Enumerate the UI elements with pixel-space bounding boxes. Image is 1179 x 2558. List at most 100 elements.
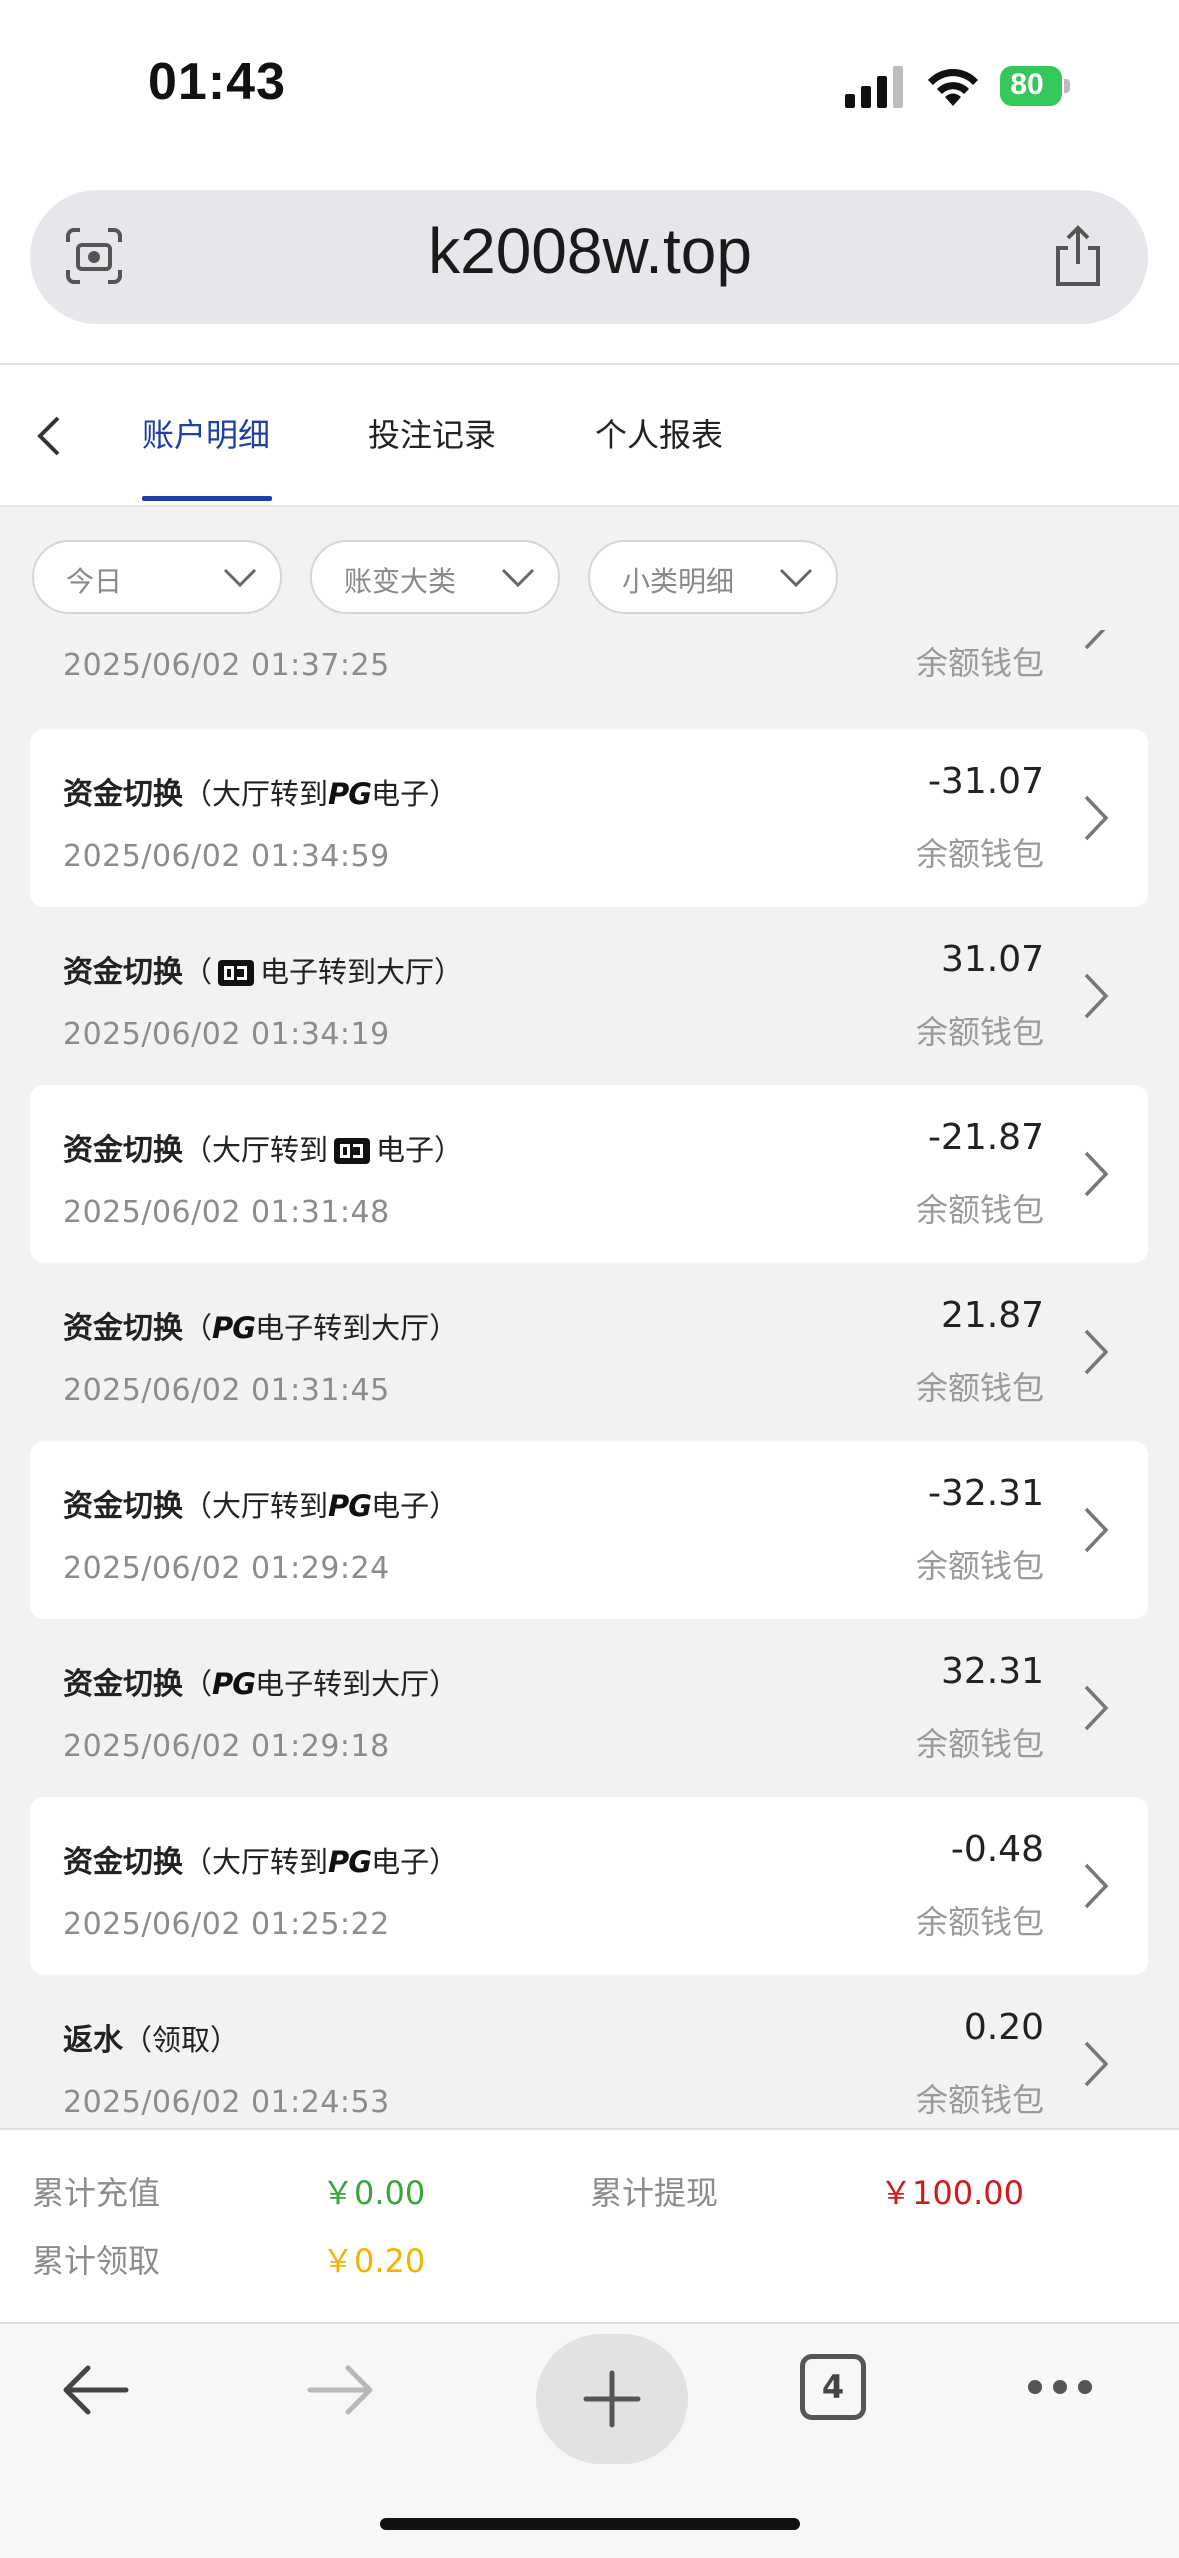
item-wallet: 余额钱包 [915, 644, 1044, 682]
item-wallet: 余额钱包 [915, 1547, 1044, 1585]
filter-date-dropdown[interactable]: 今日 [32, 540, 282, 614]
item-date: 2025/06/02 01:37:25 [63, 648, 390, 683]
item-amount: -31.07 [927, 761, 1044, 802]
chevron-right-icon [1084, 2041, 1109, 2087]
chevron-down-icon [501, 568, 535, 588]
game-provider-logo [218, 960, 255, 986]
list-item[interactable]: 返水（领取） 2025/06/02 01:24:53 0.20 余额钱包 [30, 1975, 1148, 2128]
visual-search-icon[interactable] [64, 226, 124, 286]
item-detail: （大厅转到PG电子） [183, 777, 459, 811]
filter-category-label: 账变大类 [344, 565, 457, 598]
url-text[interactable]: k2008w.top [230, 214, 950, 288]
item-type: 资金切换 [63, 1133, 183, 1168]
item-date: 2025/06/02 01:25:22 [63, 1907, 390, 1942]
total-deposit-value: ￥0.00 [322, 2174, 426, 2212]
item-wallet: 余额钱包 [915, 835, 1044, 873]
wifi-icon [928, 69, 978, 106]
share-icon[interactable] [1050, 224, 1106, 288]
back-chevron-icon[interactable] [30, 408, 70, 464]
chevron-right-icon [1084, 630, 1106, 650]
item-type: 资金切换 [63, 1489, 183, 1524]
summary-panel [0, 2128, 1179, 2324]
pg-logo: PG [328, 1845, 372, 1879]
item-title: 资金切换（ 电子转到大厅） [63, 947, 463, 991]
filter-subcategory-dropdown[interactable]: 小类明细 [588, 540, 838, 614]
item-date: 2025/06/02 01:31:48 [63, 1195, 390, 1230]
item-wallet: 余额钱包 [915, 1013, 1044, 1051]
status-time: 01:43 [148, 53, 286, 111]
chevron-right-icon [1084, 1151, 1109, 1197]
item-date: 2025/06/02 01:29:24 [63, 1551, 390, 1586]
item-detail: （PG电子转到大厅） [183, 1311, 459, 1345]
item-title: 资金切换（PG电子转到大厅） [63, 1303, 458, 1347]
chevron-right-icon [1084, 1863, 1109, 1909]
item-wallet: 余额钱包 [915, 1369, 1044, 1407]
item-date: 2025/06/02 01:34:59 [63, 839, 390, 874]
chevron-right-icon [1084, 795, 1109, 841]
pg-logo: PG [328, 777, 372, 811]
tab-account-detail[interactable]: 账户明细 [142, 410, 270, 456]
total-claim-value: ￥0.20 [322, 2242, 426, 2280]
item-title: 资金切换（大厅转到 电子） [63, 1125, 463, 1169]
item-wallet: 余额钱包 [915, 1191, 1044, 1229]
item-amount: -0.48 [950, 1829, 1044, 1870]
total-claim-label: 累计领取 [32, 2242, 161, 2280]
tabs-button[interactable]: 4 [800, 2354, 866, 2420]
game-provider-logo [334, 1138, 371, 1164]
active-tab-indicator [142, 496, 272, 501]
transaction-list[interactable]: 2025/06/02 01:37:25 余额钱包 资金切换（大厅转到PG电子） 2… [0, 630, 1179, 2128]
filter-date-label: 今日 [66, 565, 123, 598]
list-item[interactable]: 资金切换（PG电子转到大厅） 2025/06/02 01:29:18 32.31 余额… [30, 1619, 1148, 1797]
battery-icon: 80 [1000, 66, 1070, 106]
more-icon[interactable] [1024, 2376, 1096, 2398]
tab-bet-records[interactable]: 投注记录 [368, 410, 496, 456]
pg-logo: PG [212, 1667, 256, 1701]
plus-icon [583, 2370, 641, 2428]
total-withdraw-value: ￥100.00 [880, 2174, 1024, 2212]
list-item[interactable]: 资金切换（大厅转到PG电子） 2025/06/02 01:25:22 -0.48 余额… [30, 1797, 1148, 1975]
item-type: 资金切换 [63, 1667, 183, 1702]
back-arrow-icon[interactable] [58, 2360, 130, 2420]
chevron-right-icon [1084, 1329, 1109, 1375]
item-type: 资金切换 [63, 1311, 183, 1346]
item-title: 资金切换（大厅转到PG电子） [63, 1837, 458, 1881]
item-type: 资金切换 [63, 777, 183, 812]
item-amount: -21.87 [927, 1117, 1044, 1158]
item-title: 返水（领取） [63, 2015, 239, 2059]
forward-arrow-icon[interactable] [306, 2360, 378, 2420]
chevron-right-icon [1084, 973, 1109, 1019]
item-title: 资金切换（大厅转到PG电子） [63, 1481, 458, 1525]
list-item[interactable]: 2025/06/02 01:37:25 余额钱包 [30, 630, 1148, 716]
item-title: 资金切换（大厅转到PG电子） [63, 769, 458, 813]
list-item[interactable]: 资金切换（PG电子转到大厅） 2025/06/02 01:31:45 21.87 余额… [30, 1263, 1148, 1441]
item-title: 资金切换（PG电子转到大厅） [63, 1659, 458, 1703]
item-type: 资金切换 [63, 1845, 183, 1880]
item-wallet: 余额钱包 [915, 1903, 1044, 1941]
pg-logo: PG [328, 1489, 372, 1523]
cellular-signal-icon [845, 66, 903, 108]
item-amount: -32.31 [927, 1473, 1044, 1514]
item-amount: 32.31 [940, 1651, 1044, 1692]
item-detail: （大厅转到PG电子） [183, 1845, 459, 1879]
total-deposit-label: 累计充值 [32, 2174, 161, 2212]
item-detail: （大厅转到PG电子） [183, 1489, 459, 1523]
item-detail: （领取） [123, 2023, 240, 2057]
chevron-right-icon [1084, 1685, 1109, 1731]
new-tab-button[interactable] [536, 2334, 688, 2464]
battery-level: 80 [1010, 68, 1044, 101]
item-wallet: 余额钱包 [915, 1725, 1044, 1763]
item-date: 2025/06/02 01:34:19 [63, 1017, 390, 1052]
chevron-right-icon [1084, 1507, 1109, 1553]
total-withdraw-label: 累计提现 [590, 2174, 719, 2212]
list-item[interactable]: 资金切换（大厅转到PG电子） 2025/06/02 01:34:59 -31.07 余… [30, 729, 1148, 907]
chevron-down-icon [223, 568, 257, 588]
item-amount: 31.07 [940, 939, 1044, 980]
list-item[interactable]: 资金切换（ 电子转到大厅） 2025/06/02 01:34:19 31.07 余额钱包 [30, 907, 1148, 1085]
item-wallet: 余额钱包 [915, 2081, 1044, 2119]
item-detail: （大厅转到 电子） [183, 1133, 464, 1167]
item-type: 资金切换 [63, 955, 183, 990]
tab-personal-report[interactable]: 个人报表 [595, 410, 723, 456]
filter-category-dropdown[interactable]: 账变大类 [310, 540, 560, 614]
list-item[interactable]: 资金切换（大厅转到PG电子） 2025/06/02 01:29:24 -32.31 余… [30, 1441, 1148, 1619]
list-item[interactable]: 资金切换（大厅转到 电子） 2025/06/02 01:31:48 -21.87 余额钱… [30, 1085, 1148, 1263]
